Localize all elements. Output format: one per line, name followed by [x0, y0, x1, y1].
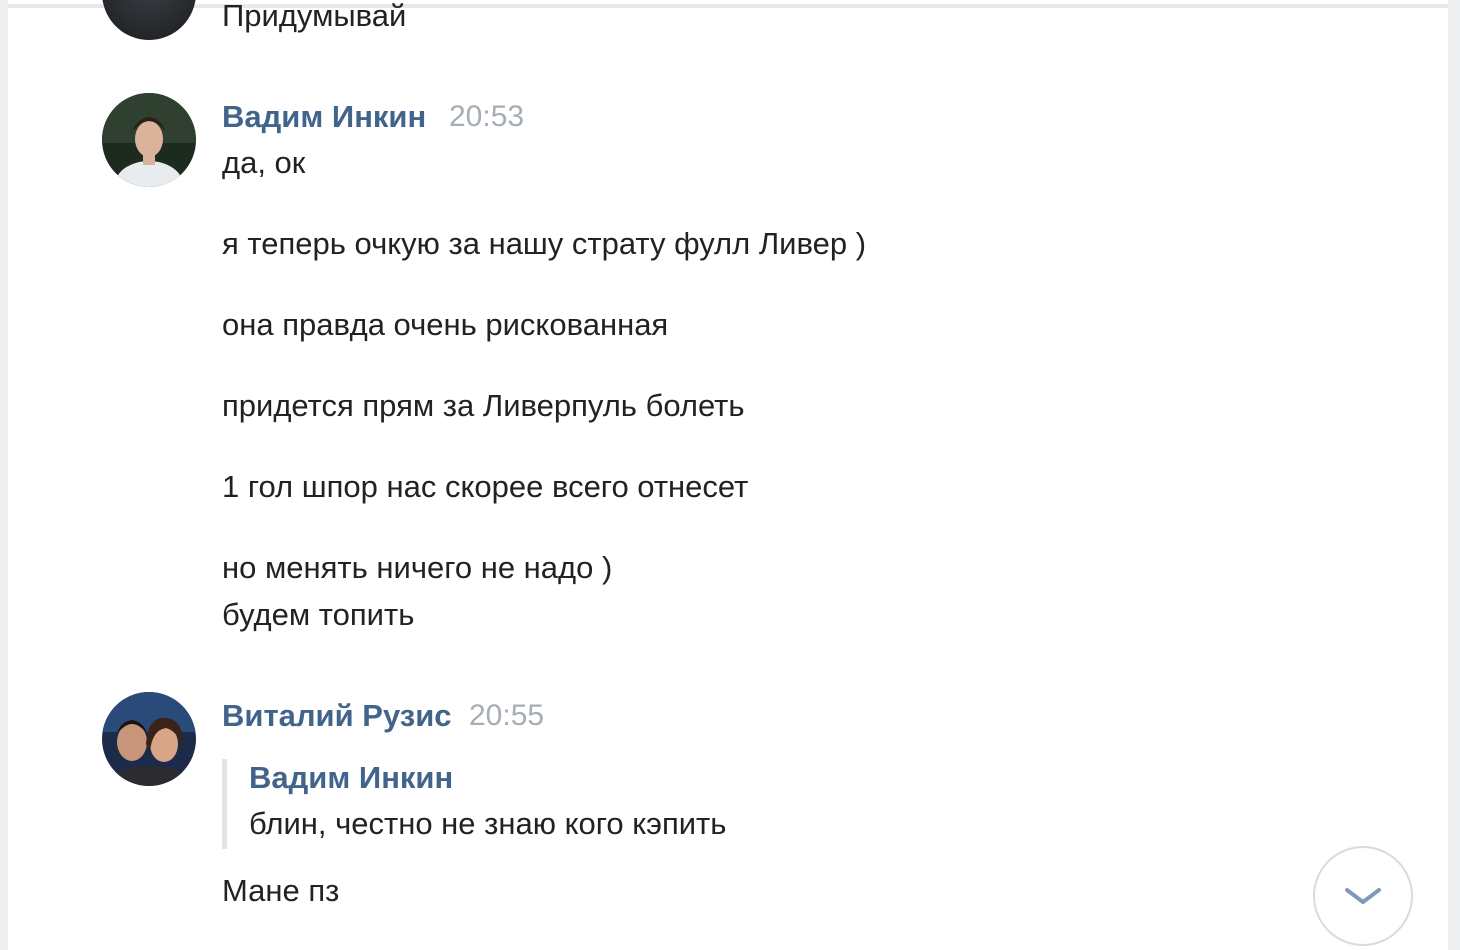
avatar-photo — [102, 692, 196, 786]
message-text: Мане пз — [222, 873, 340, 908]
message-author-link[interactable]: Вадим Инкин — [222, 99, 426, 135]
message-text: придется прям за Ливерпуль болеть — [222, 388, 745, 423]
avatar[interactable] — [102, 0, 196, 40]
message-text: она правда очень рискованная — [222, 307, 669, 342]
avatar[interactable] — [102, 93, 196, 187]
message-text: но менять ничего не надо ) — [222, 550, 613, 585]
quote-text: блин, честно не знаю кого кэпить — [249, 806, 727, 841]
message-text: я теперь очкую за нашу страту фулл Ливер… — [222, 226, 867, 261]
scroll-down-button[interactable] — [1313, 846, 1413, 946]
chat-history-panel: Придумывай Вадим Инкин 20:53 да, ок я те… — [8, 0, 1448, 950]
message-text: Придумывай — [222, 0, 407, 33]
message-timestamp[interactable]: 20:55 — [469, 699, 544, 733]
avatar-photo — [102, 93, 196, 187]
quote-bar — [222, 759, 227, 849]
chevron-down-icon — [1345, 888, 1381, 904]
message-timestamp[interactable]: 20:53 — [449, 100, 524, 134]
quote-author-link[interactable]: Вадим Инкин — [249, 760, 453, 796]
message-text: 1 гол шпор нас скорее всего отнесет — [222, 469, 749, 504]
message-text: да, ок — [222, 145, 306, 180]
message-text: будем топить — [222, 597, 415, 632]
avatar[interactable] — [102, 692, 196, 786]
message-author-link[interactable]: Виталий Рузис — [222, 698, 452, 734]
